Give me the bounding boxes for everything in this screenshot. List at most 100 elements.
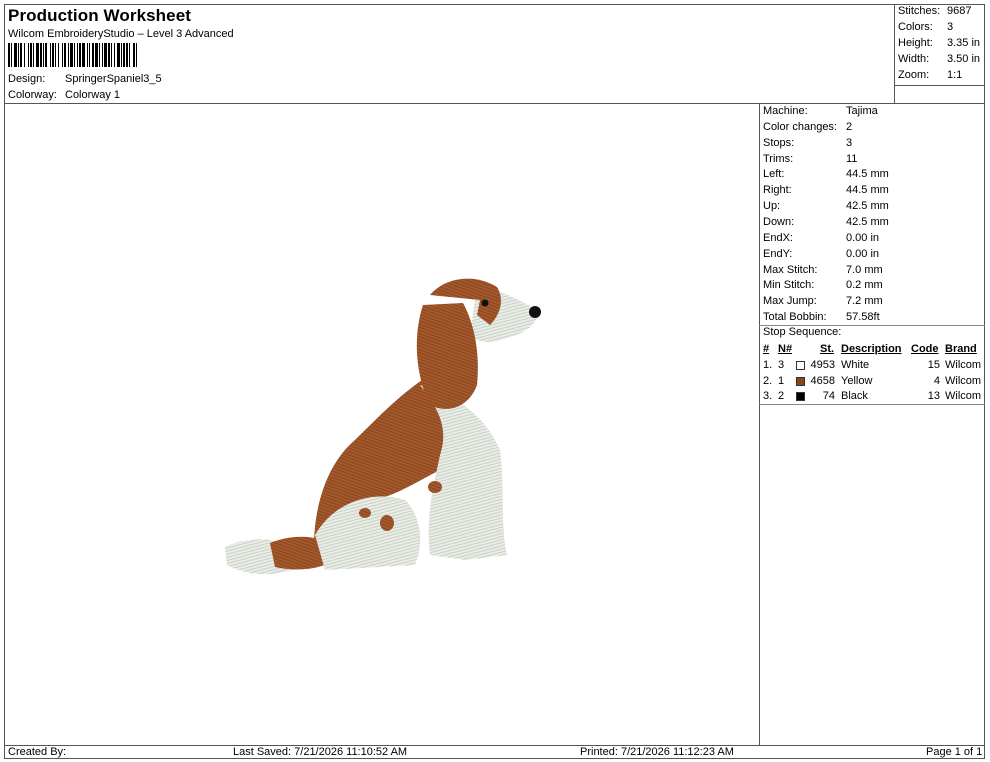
machine-info-row: Max Jump: 7.2 mm: [763, 295, 883, 307]
machine-info-row: Max Stitch: 7.0 mm: [763, 264, 883, 276]
table-bottom-divider: [759, 404, 985, 405]
width-value: 3.50 in: [947, 53, 981, 65]
spot: [359, 508, 371, 518]
ear: [416, 303, 478, 409]
info-panel-border: [759, 103, 760, 745]
spot: [380, 515, 394, 531]
machine-info-label: Total Bobbin:: [763, 311, 827, 324]
last-saved: Last Saved: 7/21/2026 11:10:52 AM: [233, 746, 408, 758]
design-label: Design:: [8, 73, 46, 85]
machine-info-row: Left: 44.5 mm: [763, 168, 889, 180]
embroidery-design-preview: [225, 278, 541, 575]
stitches-row: Stitches: 9687: [898, 5, 971, 17]
col-header-description: Description: [841, 343, 902, 355]
height-label: Height:: [898, 37, 933, 49]
machine-info-row: Total Bobbin: 57.58ft: [763, 311, 880, 323]
thread-color-swatch: [796, 361, 805, 370]
software-name: Wilcom EmbroideryStudio – Level 3 Advanc…: [8, 28, 234, 40]
machine-info-value: 42.5 mm: [846, 215, 889, 228]
seq-brand: Wilcom: [945, 390, 982, 403]
stop-sequence-title: Stop Sequence:: [763, 326, 842, 338]
width-label: Width:: [898, 53, 930, 65]
zoom-label: Zoom:: [898, 69, 930, 81]
machine-info-label: Max Jump:: [763, 295, 817, 308]
machine-info-row: EndX: 0.00 in: [763, 232, 879, 244]
machine-info-value: 57.58ft: [846, 311, 880, 324]
seq-num: 2.: [763, 374, 773, 387]
machine-info-label: Machine:: [763, 105, 808, 117]
height-value: 3.35 in: [947, 37, 981, 49]
machine-info-label: Max Stitch:: [763, 263, 818, 276]
design-row: Design: SpringerSpaniel3_5: [8, 73, 162, 85]
machine-info-label: Min Stitch:: [763, 279, 815, 292]
seq-description: White: [841, 359, 870, 371]
machine-info-value: 7.0 mm: [846, 263, 883, 276]
thread-color-swatch: [796, 376, 805, 386]
spot: [428, 481, 442, 493]
col-header-code: Code: [911, 343, 939, 355]
zoom-value: 1:1: [947, 69, 963, 81]
page-number: Page 1 of 1: [926, 746, 983, 758]
machine-info-row: Color changes: 2: [763, 121, 852, 133]
nose: [529, 306, 541, 318]
seq-description: Black: [841, 390, 868, 403]
machine-info-label: EndY:: [763, 247, 793, 260]
seq-stitches: 4658: [810, 374, 835, 387]
seq-stitches: 4953: [810, 359, 835, 371]
machine-info-row: Down: 42.5 mm: [763, 216, 889, 228]
colors-value: 3: [947, 21, 954, 33]
col-header-stitches: St.: [820, 343, 835, 355]
machine-info-value: 11: [846, 152, 858, 165]
machine-info-label: Down:: [763, 215, 795, 228]
seq-num: 1.: [763, 359, 773, 371]
colorway-row: Colorway: Colorway 1: [8, 89, 120, 101]
barcode: [8, 43, 256, 67]
machine-info-row: Min Stitch: 0.2 mm: [763, 279, 883, 291]
machine-info-value: 44.5 mm: [846, 184, 889, 197]
footer-divider: [4, 745, 985, 746]
summary-divider: [894, 85, 985, 86]
machine-info-label: Color changes:: [763, 120, 837, 133]
created-by: Created By:: [8, 746, 67, 758]
col-header-brand: Brand: [945, 343, 977, 355]
height-row: Height: 3.35 in: [898, 37, 980, 49]
barcode-bar: [137, 43, 139, 67]
machine-info-value: 7.2 mm: [846, 295, 883, 308]
seq-brand: Wilcom: [945, 359, 982, 371]
seq-needle: 3: [778, 359, 785, 371]
machine-info-label: Stops:: [763, 136, 795, 149]
printed-date: Printed: 7/21/2026 11:12:23 AM: [580, 746, 734, 758]
machine-info-value: 0.00 in: [846, 231, 880, 244]
machine-info-value: 42.5 mm: [846, 200, 889, 213]
machine-info-value: 44.5 mm: [846, 168, 889, 181]
width-row: Width: 3.50 in: [898, 53, 980, 65]
machine-info-label: Left:: [763, 168, 785, 181]
machine-info-row: Stops: 3: [763, 137, 852, 149]
machine-info-value: 3: [846, 136, 853, 149]
colorway-label: Colorway:: [8, 89, 57, 101]
page-title: Production Worksheet: [8, 6, 192, 25]
thread-color-swatch: [796, 392, 805, 402]
colorway-value: Colorway 1: [65, 89, 121, 101]
machine-info-row: EndY: 0.00 in: [763, 248, 879, 260]
machine-info-row: Machine: Tajima: [763, 105, 878, 117]
stitches-label: Stitches:: [898, 5, 941, 17]
seq-needle: 2: [778, 390, 785, 403]
machine-info-value: 2: [846, 120, 853, 133]
seq-needle: 1: [778, 374, 785, 387]
col-header-num: #: [763, 343, 770, 355]
seq-code: 13: [927, 390, 940, 403]
colors-label: Colors:: [898, 21, 933, 33]
machine-info-label: Right:: [763, 184, 792, 197]
machine-info-label: Trims:: [763, 152, 794, 165]
colors-row: Colors: 3: [898, 21, 953, 33]
stitches-value: 9687: [947, 5, 972, 17]
eye: [481, 299, 489, 307]
seq-stitches: 74: [822, 390, 835, 403]
design-value: SpringerSpaniel3_5: [65, 73, 162, 85]
machine-info-label: Up:: [763, 200, 781, 213]
machine-info-value: 0.2 mm: [846, 279, 883, 292]
machine-info-value: 0.00 in: [846, 247, 880, 260]
header-divider: [4, 103, 985, 104]
machine-info-label: EndX:: [763, 231, 793, 244]
